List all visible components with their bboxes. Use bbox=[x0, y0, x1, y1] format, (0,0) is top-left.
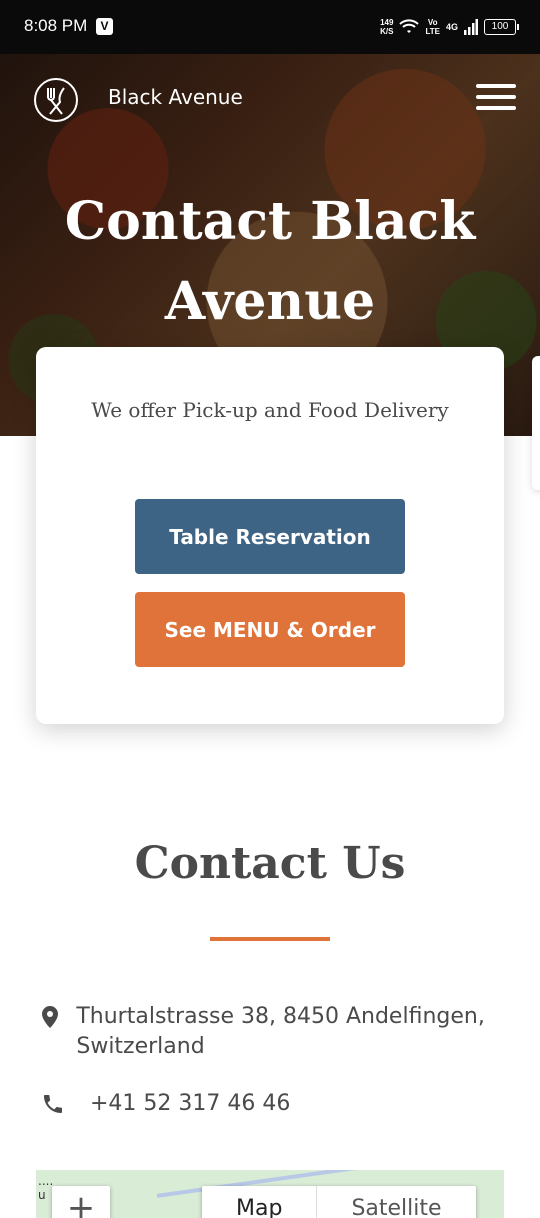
brand-name[interactable]: Black Avenue bbox=[108, 85, 243, 109]
section-divider bbox=[210, 937, 330, 941]
menu-order-button[interactable]: See MENU & Order bbox=[135, 592, 405, 667]
volte-indicator: Vo LTE bbox=[425, 18, 440, 36]
hamburger-menu-icon[interactable] bbox=[476, 84, 516, 114]
status-bar: 8:08 PM V 149 K/S Vo LTE 4G 100 bbox=[0, 0, 540, 54]
fork-knife-icon[interactable] bbox=[34, 78, 78, 122]
logo-graphic bbox=[47, 87, 65, 115]
status-indicators: 149 K/S Vo LTE 4G 100 bbox=[380, 14, 519, 40]
address-text[interactable]: Thurtalstrasse 38, 8450 Andelfingen, Swi… bbox=[76, 1002, 518, 1062]
network-speed-unit: K/S bbox=[380, 27, 394, 36]
map-view-button[interactable]: Map bbox=[202, 1186, 316, 1218]
menu-bar bbox=[476, 95, 516, 99]
volte-top: Vo bbox=[427, 18, 438, 27]
menu-bar bbox=[476, 106, 516, 110]
zoom-in-button[interactable]: + bbox=[52, 1186, 110, 1218]
network-type: 4G bbox=[445, 22, 458, 32]
service-tagline: We offer Pick-up and Food Delivery bbox=[91, 398, 449, 422]
network-speed: 149 K/S bbox=[380, 18, 393, 36]
service-card: We offer Pick-up and Food Delivery Table… bbox=[36, 347, 504, 724]
address-row: Thurtalstrasse 38, 8450 Andelfingen, Swi… bbox=[38, 1002, 518, 1062]
page-title: Contact Black Avenue bbox=[64, 191, 476, 332]
location-pin-icon bbox=[38, 1002, 62, 1032]
phone-row: +41 52 317 46 46 bbox=[38, 1089, 290, 1119]
network-speed-value: 149 bbox=[380, 18, 394, 27]
battery-icon: 100 bbox=[484, 19, 519, 35]
phone-icon bbox=[38, 1089, 68, 1119]
location-map[interactable]: .... u + Map Satellite bbox=[36, 1170, 504, 1218]
map-type-control: Map Satellite bbox=[202, 1186, 476, 1218]
signal-icon bbox=[464, 19, 478, 35]
menu-bar bbox=[476, 84, 516, 88]
volte-bottom: LTE bbox=[425, 27, 440, 36]
map-corner-label: .... u bbox=[38, 1174, 54, 1202]
phone-number[interactable]: +41 52 317 46 46 bbox=[90, 1089, 290, 1119]
status-time: 8:08 PM bbox=[24, 16, 88, 35]
satellite-view-button[interactable]: Satellite bbox=[316, 1186, 475, 1218]
side-tab[interactable] bbox=[532, 356, 540, 490]
wifi-icon bbox=[399, 19, 420, 33]
app-notification-icon: V bbox=[96, 18, 113, 35]
contact-title: Contact Us bbox=[134, 838, 406, 889]
table-reservation-button[interactable]: Table Reservation bbox=[135, 499, 405, 574]
